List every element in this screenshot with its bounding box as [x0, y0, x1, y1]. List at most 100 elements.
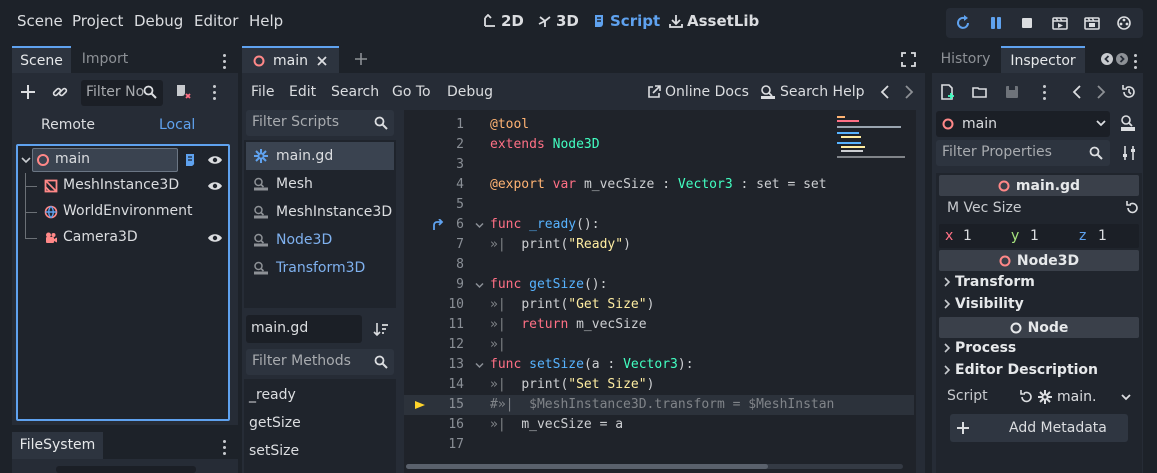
add-node-icon[interactable] — [20, 84, 36, 100]
movie-maker-icon[interactable] — [1116, 15, 1132, 31]
script-list-item[interactable]: Transform3D — [246, 254, 394, 282]
close-icon[interactable] — [316, 55, 328, 67]
method-list-item[interactable]: _ready — [249, 387, 296, 403]
sort-icon[interactable] — [373, 321, 389, 337]
code-line[interactable]: 7 »| print("Ready") — [404, 235, 914, 255]
fold-arrow-icon[interactable] — [475, 362, 484, 369]
code-line[interactable]: 5 — [404, 195, 914, 215]
tab-inspector[interactable]: Inspector — [1001, 46, 1085, 73]
scene-tree-menu-icon[interactable] — [213, 85, 217, 100]
search-help-button[interactable]: Search Help — [760, 84, 864, 100]
script-menu-file[interactable]: File — [251, 84, 274, 100]
menu-help[interactable]: Help — [249, 12, 283, 30]
scene-tree-node[interactable]: WorldEnvironment — [18, 199, 228, 225]
code-line[interactable]: 13 func setSize(a : Vector3): — [404, 355, 914, 375]
script-list-item[interactable]: MeshInstance3D — [246, 198, 394, 226]
script-menu-debug[interactable]: Debug — [447, 84, 493, 100]
group-editor-description[interactable]: Editor Description — [943, 362, 1098, 378]
workspace-3d-button[interactable]: 3D — [538, 12, 579, 30]
chevron-left-icon[interactable] — [880, 85, 890, 99]
code-line[interactable]: 3 — [404, 155, 914, 175]
code-line[interactable]: 12 »| — [404, 335, 914, 355]
scene-dock-menu-icon[interactable] — [223, 54, 227, 69]
tab-main-script[interactable]: main — [242, 46, 339, 73]
code-line[interactable]: 14 »| print("Set Size") — [404, 375, 914, 395]
property-settings-icon[interactable] — [1121, 145, 1137, 161]
filter-scripts-input[interactable]: Filter Scripts — [246, 110, 394, 136]
filter-methods-input[interactable]: Filter Methods — [246, 349, 394, 375]
code-line[interactable]: 16 »| m_vecSize = a — [404, 415, 914, 435]
instance-scene-icon[interactable] — [52, 84, 68, 100]
play-scene-icon[interactable] — [1052, 15, 1068, 31]
load-resource-icon[interactable] — [972, 84, 988, 100]
code-line[interactable]: 6 func _ready(): — [404, 215, 914, 235]
code-line[interactable]: 10 »| print("Get Size") — [404, 295, 914, 315]
play-custom-scene-icon[interactable] — [1084, 15, 1100, 31]
collapse-arrow-icon[interactable] — [21, 156, 31, 164]
workspace-2d-button[interactable]: 2D — [483, 12, 524, 30]
online-docs-button[interactable]: Online Docs — [647, 84, 749, 100]
tab-import[interactable]: Import — [74, 46, 136, 73]
new-resource-icon[interactable] — [940, 84, 956, 100]
chevron-right-icon[interactable] — [904, 85, 914, 99]
script-list-item[interactable]: Mesh — [246, 170, 394, 198]
history-forward-icon[interactable] — [1096, 85, 1106, 99]
add-tab-icon[interactable] — [353, 51, 369, 67]
group-visibility[interactable]: Visibility — [943, 296, 1024, 312]
revert-script-icon[interactable] — [1019, 390, 1033, 404]
object-docs-icon[interactable] — [1120, 114, 1136, 132]
filesystem-menu-icon[interactable] — [223, 440, 227, 455]
attach-script-icon[interactable] — [175, 84, 191, 100]
code-line[interactable]: 11 »| return m_vecSize — [404, 315, 914, 335]
filesystem-path-field[interactable] — [56, 466, 196, 473]
visibility-eye-icon[interactable] — [207, 232, 223, 244]
code-line[interactable]: 4 @export var m_vecSize : Vector3 : set =… — [404, 175, 914, 195]
code-line[interactable]: 9 func getSize(): — [404, 275, 914, 295]
code-line[interactable]: 8 — [404, 255, 914, 275]
code-line[interactable]: 1 @tool — [404, 115, 914, 135]
script-menu-edit[interactable]: Edit — [289, 84, 316, 100]
code-line[interactable]: 17 — [404, 435, 914, 455]
filter-properties-input[interactable]: Filter Properties — [936, 140, 1110, 166]
tab-prev-icon[interactable] — [1101, 53, 1113, 65]
local-button[interactable]: Local — [159, 117, 195, 133]
tab-filesystem[interactable]: FileSystem — [12, 432, 103, 459]
node3d-section-header[interactable]: Node3D — [939, 250, 1139, 271]
script-list-item[interactable]: main.gd — [246, 142, 394, 170]
scene-tree-node[interactable]: Camera3D — [18, 225, 228, 251]
object-selector[interactable]: main — [936, 111, 1110, 137]
fold-arrow-icon[interactable] — [475, 282, 484, 289]
script-property-value[interactable]: main. — [1019, 386, 1137, 408]
group-transform[interactable]: Transform — [943, 274, 1035, 290]
script-attached-icon[interactable] — [184, 153, 198, 167]
scene-tree-node[interactable]: main — [18, 147, 228, 173]
vector-x-field[interactable]: 1 — [963, 228, 972, 244]
stop-icon[interactable] — [1020, 16, 1034, 30]
object-history-icon[interactable] — [1121, 84, 1137, 100]
script-list-item[interactable]: Node3D — [246, 226, 394, 254]
menu-scene[interactable]: Scene — [17, 12, 63, 30]
menu-editor[interactable]: Editor — [194, 12, 238, 30]
scene-tree-node[interactable]: MeshInstance3D — [18, 173, 228, 199]
workspace-assetlib-button[interactable]: AssetLib — [669, 12, 759, 30]
pause-icon[interactable] — [988, 15, 1004, 31]
visibility-eye-icon[interactable] — [207, 180, 223, 192]
menu-debug[interactable]: Debug — [134, 12, 183, 30]
menu-project[interactable]: Project — [72, 12, 123, 30]
save-resource-icon[interactable] — [1004, 84, 1020, 100]
node-section-header[interactable]: Node — [939, 317, 1139, 338]
script-menu-goto[interactable]: Go To — [392, 84, 431, 100]
history-back-icon[interactable] — [1072, 85, 1082, 99]
script-section-header[interactable]: main.gd — [939, 175, 1139, 196]
vector-y-field[interactable]: 1 — [1030, 228, 1039, 244]
method-list-item[interactable]: setSize — [249, 443, 299, 459]
group-process[interactable]: Process — [943, 340, 1016, 356]
distraction-free-icon[interactable] — [901, 52, 916, 67]
tab-scene[interactable]: Scene — [12, 46, 71, 73]
reload-icon[interactable] — [956, 15, 972, 31]
visibility-eye-icon[interactable] — [207, 154, 223, 166]
resource-menu-icon[interactable] — [1043, 85, 1047, 100]
code-line[interactable]: 15 #»| $MeshInstance3D.transform = $MeshI… — [404, 395, 914, 415]
remote-button[interactable]: Remote — [41, 117, 95, 133]
add-metadata-button[interactable]: Add Metadata — [950, 414, 1128, 442]
